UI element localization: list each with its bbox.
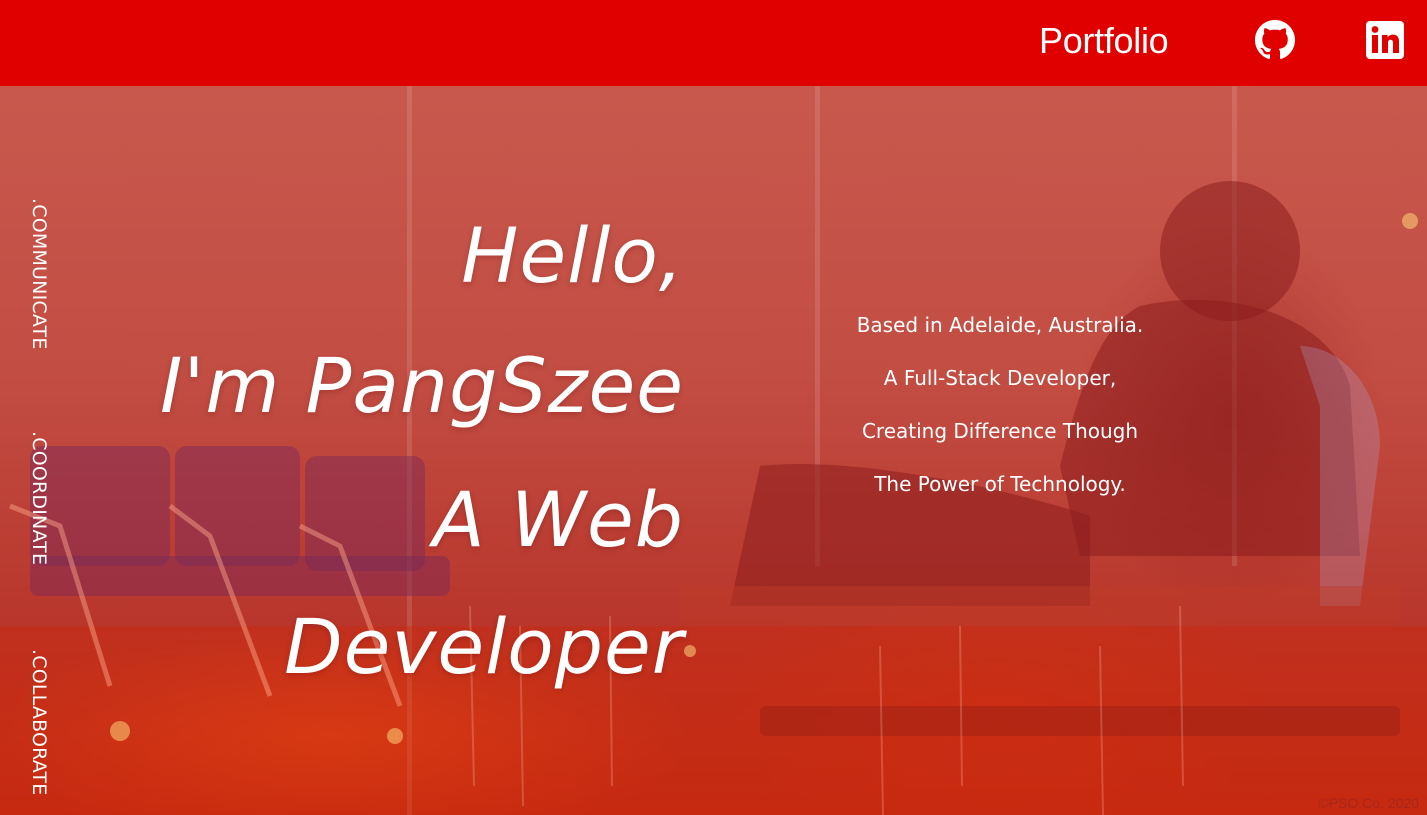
about-line-technology: The Power of Technology. [874, 472, 1126, 496]
github-icon[interactable] [1255, 20, 1295, 60]
about-line-role: A Full-Stack Developer, [883, 366, 1117, 390]
headline-a-web: A Web [432, 475, 684, 564]
headline-name: I'm PangSzee [160, 341, 684, 430]
about-line-location: Based in Adelaide, Australia. [856, 313, 1144, 337]
portfolio-link[interactable]: Portfolio [1039, 18, 1169, 64]
side-word-collaborate: .COLLABORATE [28, 649, 50, 796]
side-word-communicate: .COMMUNICATE [28, 198, 50, 350]
linkedin-icon[interactable] [1366, 21, 1404, 59]
hero-section: .COMMUNICATE .COORDINATE .COLLABORATE [0, 86, 1427, 815]
headline-developer: Developer [284, 602, 684, 691]
copyright-text: ©PSO Co. 2020 [1318, 795, 1419, 811]
side-word-coordinate: .COORDINATE [28, 431, 50, 566]
headline-hello: Hello, [461, 211, 684, 300]
about-line-mission: Creating Difference Though [861, 419, 1139, 443]
background-photo [0, 86, 1427, 815]
top-navbar: Portfolio [0, 0, 1427, 86]
